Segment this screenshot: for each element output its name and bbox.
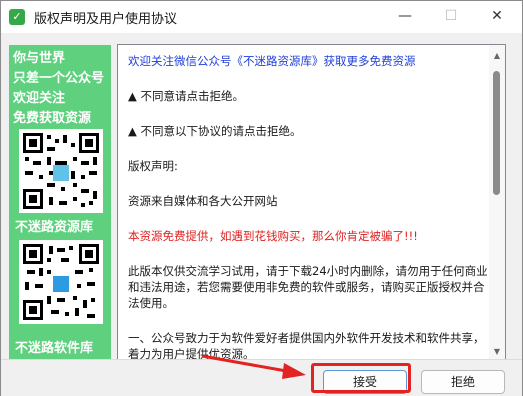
maximize-button[interactable]: ☐ [428,1,474,33]
dialog-content: 你与世界 只差一个公众号 欢迎关注 免费获取资源 不迷路资源库 不迷路软件库 欢… [1,33,522,364]
vertical-scrollbar[interactable]: ▲ ▼ [489,45,505,363]
agreement-text-box[interactable]: 欢迎关注微信公众号《不迷路资源库》获取更多免费资源 ▲ 不同意请点击拒绝。 ▲ … [117,44,506,364]
app-shield-icon: ✓ [9,9,25,25]
title-bar: ✓ 版权声明及用户使用协议 — ☐ ✕ [1,1,522,33]
agreement-paragraph: ▲ 不同意请点击拒绝。 [128,89,244,103]
scroll-up-arrow-icon[interactable]: ▲ [492,51,502,61]
agreement-paragraphs: 欢迎关注微信公众号《不迷路资源库》获取更多免费资源 ▲ 不同意请点击拒绝。 ▲ … [128,53,488,363]
agreement-paragraph: ▲ 不同意以下协议的请点击拒绝。 [128,124,302,138]
promo-line: 免费获取资源 [13,111,92,126]
agreement-paragraph: 本资源免费提供，如遇到花钱购买，那么你肯定被骗了!!! [128,229,418,243]
qr-label-software: 不迷路软件库 [15,341,94,356]
promo-line: 只差一个公众号 [13,71,105,86]
window-title: 版权声明及用户使用协议 [34,12,178,27]
agreement-paragraph: 此版本仅供交流学习试用，请于下载24小时内删除，请勿用于任何商业和违法用途，若您… [128,264,488,310]
promo-line: 你与世界 [13,51,66,66]
red-arrow-icon [201,354,306,379]
agreement-paragraph: 版权声明: [128,159,178,173]
promo-panel: 你与世界 只差一个公众号 欢迎关注 免费获取资源 不迷路资源库 不迷路软件库 [9,45,111,363]
scroll-down-arrow-icon[interactable]: ▼ [492,347,502,357]
accept-highlight-box [311,363,411,393]
agreement-paragraph: 欢迎关注微信公众号《不迷路资源库》获取更多免费资源 [128,54,416,68]
minimize-button[interactable]: — [382,1,428,33]
qr-code-image [19,129,103,213]
license-dialog: ✓ 版权声明及用户使用协议 — ☐ ✕ 你与世界 只差一个公众号 欢迎关注 免费… [0,0,523,396]
qr-code-image [19,240,103,324]
agreement-paragraph: 资源来自媒体和各大公开网站 [128,194,278,208]
promo-line: 欢迎关注 [13,91,66,106]
reject-button[interactable]: 拒绝 [421,370,505,394]
close-button[interactable]: ✕ [474,1,520,33]
scroll-thumb[interactable] [493,71,500,195]
qr-label-resource: 不迷路资源库 [15,220,94,235]
